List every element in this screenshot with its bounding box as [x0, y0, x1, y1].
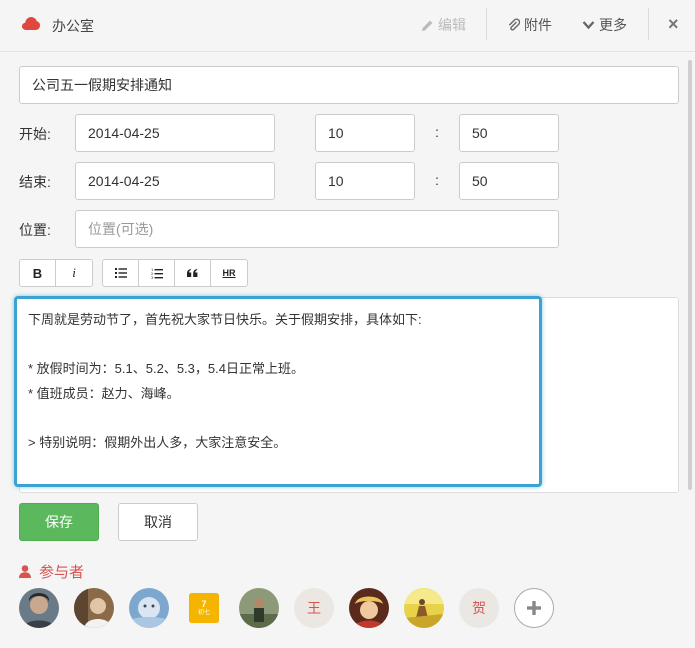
edit-button[interactable]: 编辑: [421, 15, 466, 35]
edit-label: 编辑: [438, 17, 466, 33]
avatar[interactable]: 王: [294, 588, 334, 628]
numbered-list-button[interactable]: 1 2 3: [139, 260, 175, 286]
end-date-input[interactable]: 2014-04-25: [75, 162, 275, 200]
chevron-down-icon: [582, 21, 595, 30]
attach-button[interactable]: 附件: [507, 15, 552, 35]
numbered-list-icon: 1 2 3: [151, 268, 163, 279]
calendar-icon: 7 初七: [189, 593, 219, 623]
bullet-list-button[interactable]: [103, 260, 139, 286]
calendar-name: 办公室: [52, 18, 94, 34]
bold-button[interactable]: B: [20, 260, 56, 286]
editor-line: * 值班成员：赵力、海峰。: [28, 385, 180, 401]
baby-photo-icon: [129, 588, 169, 628]
paperclip-icon: [508, 18, 520, 31]
location-input[interactable]: 位置(可选): [75, 210, 559, 248]
end-hour-input[interactable]: 10: [315, 162, 415, 200]
attach-label: 附件: [524, 17, 552, 33]
start-label: 开始:: [19, 126, 51, 142]
quote-icon: [187, 269, 198, 277]
location-label: 位置:: [19, 222, 51, 238]
avatar[interactable]: [74, 588, 114, 628]
start-hour-input[interactable]: 10: [315, 114, 415, 152]
end-minute-input[interactable]: 50: [459, 162, 559, 200]
avatar[interactable]: [404, 588, 444, 628]
avatar[interactable]: [129, 588, 169, 628]
scrollbar[interactable]: [688, 60, 692, 490]
participants-title: 参与者: [39, 564, 85, 581]
header-divider: [648, 8, 649, 40]
user-icon: [19, 565, 31, 578]
time-separator: :: [435, 172, 439, 188]
header-divider: [486, 8, 487, 40]
person-photo-icon: [74, 588, 114, 628]
format-toolbar-group: B i: [19, 259, 93, 287]
person-photo-icon: [19, 588, 59, 628]
cartoon-photo-icon: [349, 588, 389, 628]
plus-icon: [527, 601, 541, 615]
quote-button[interactable]: [175, 260, 211, 286]
calendar-day: 7: [201, 599, 207, 609]
header-bar: 办公室 编辑 附件 更多 ×: [0, 0, 695, 52]
block-toolbar-group: 1 2 3 HR: [102, 259, 248, 287]
field-photo-icon: [404, 588, 444, 628]
person-photo-icon: [239, 588, 279, 628]
editor-line: 下周就是劳动节了，首先祝大家节日快乐。关于假期安排，具体如下:: [28, 312, 422, 327]
more-label: 更多: [599, 17, 627, 33]
save-button[interactable]: 保存: [19, 503, 99, 541]
avatar[interactable]: [349, 588, 389, 628]
avatar[interactable]: 贺: [459, 588, 499, 628]
avatar[interactable]: [239, 588, 279, 628]
start-date-input[interactable]: 2014-04-25: [75, 114, 275, 152]
editor-line: * 放假时间为：5.1、5.2、5.3，5.4日正常上班。: [28, 361, 304, 376]
end-label: 结束:: [19, 174, 51, 190]
pencil-icon: [422, 20, 433, 31]
avatar[interactable]: 7 初七: [184, 588, 224, 628]
bullet-list-icon: [114, 268, 127, 278]
calendar-lunar: 初七: [197, 610, 210, 616]
close-icon[interactable]: ×: [668, 14, 679, 35]
more-button[interactable]: 更多: [582, 15, 627, 35]
cancel-button[interactable]: 取消: [118, 503, 198, 541]
svg-text:3: 3: [151, 276, 153, 279]
start-minute-input[interactable]: 50: [459, 114, 559, 152]
subject-input[interactable]: 公司五一假期安排通知: [19, 66, 679, 104]
editor-line: > 特别说明：假期外出人多，大家注意安全。: [28, 434, 287, 450]
participants-heading: 参与者: [19, 561, 84, 582]
avatar[interactable]: [19, 588, 59, 628]
horizontal-rule-button[interactable]: HR: [211, 260, 247, 286]
italic-button[interactable]: i: [56, 260, 92, 286]
description-editor[interactable]: 下周就是劳动节了，首先祝大家节日快乐。关于假期安排，具体如下: * 放假时间为：…: [14, 296, 542, 487]
participant-list: 7 初七 王 贺: [19, 588, 554, 628]
add-participant-button[interactable]: [514, 588, 554, 628]
time-separator: :: [435, 124, 439, 140]
cloud-icon: [22, 17, 40, 30]
